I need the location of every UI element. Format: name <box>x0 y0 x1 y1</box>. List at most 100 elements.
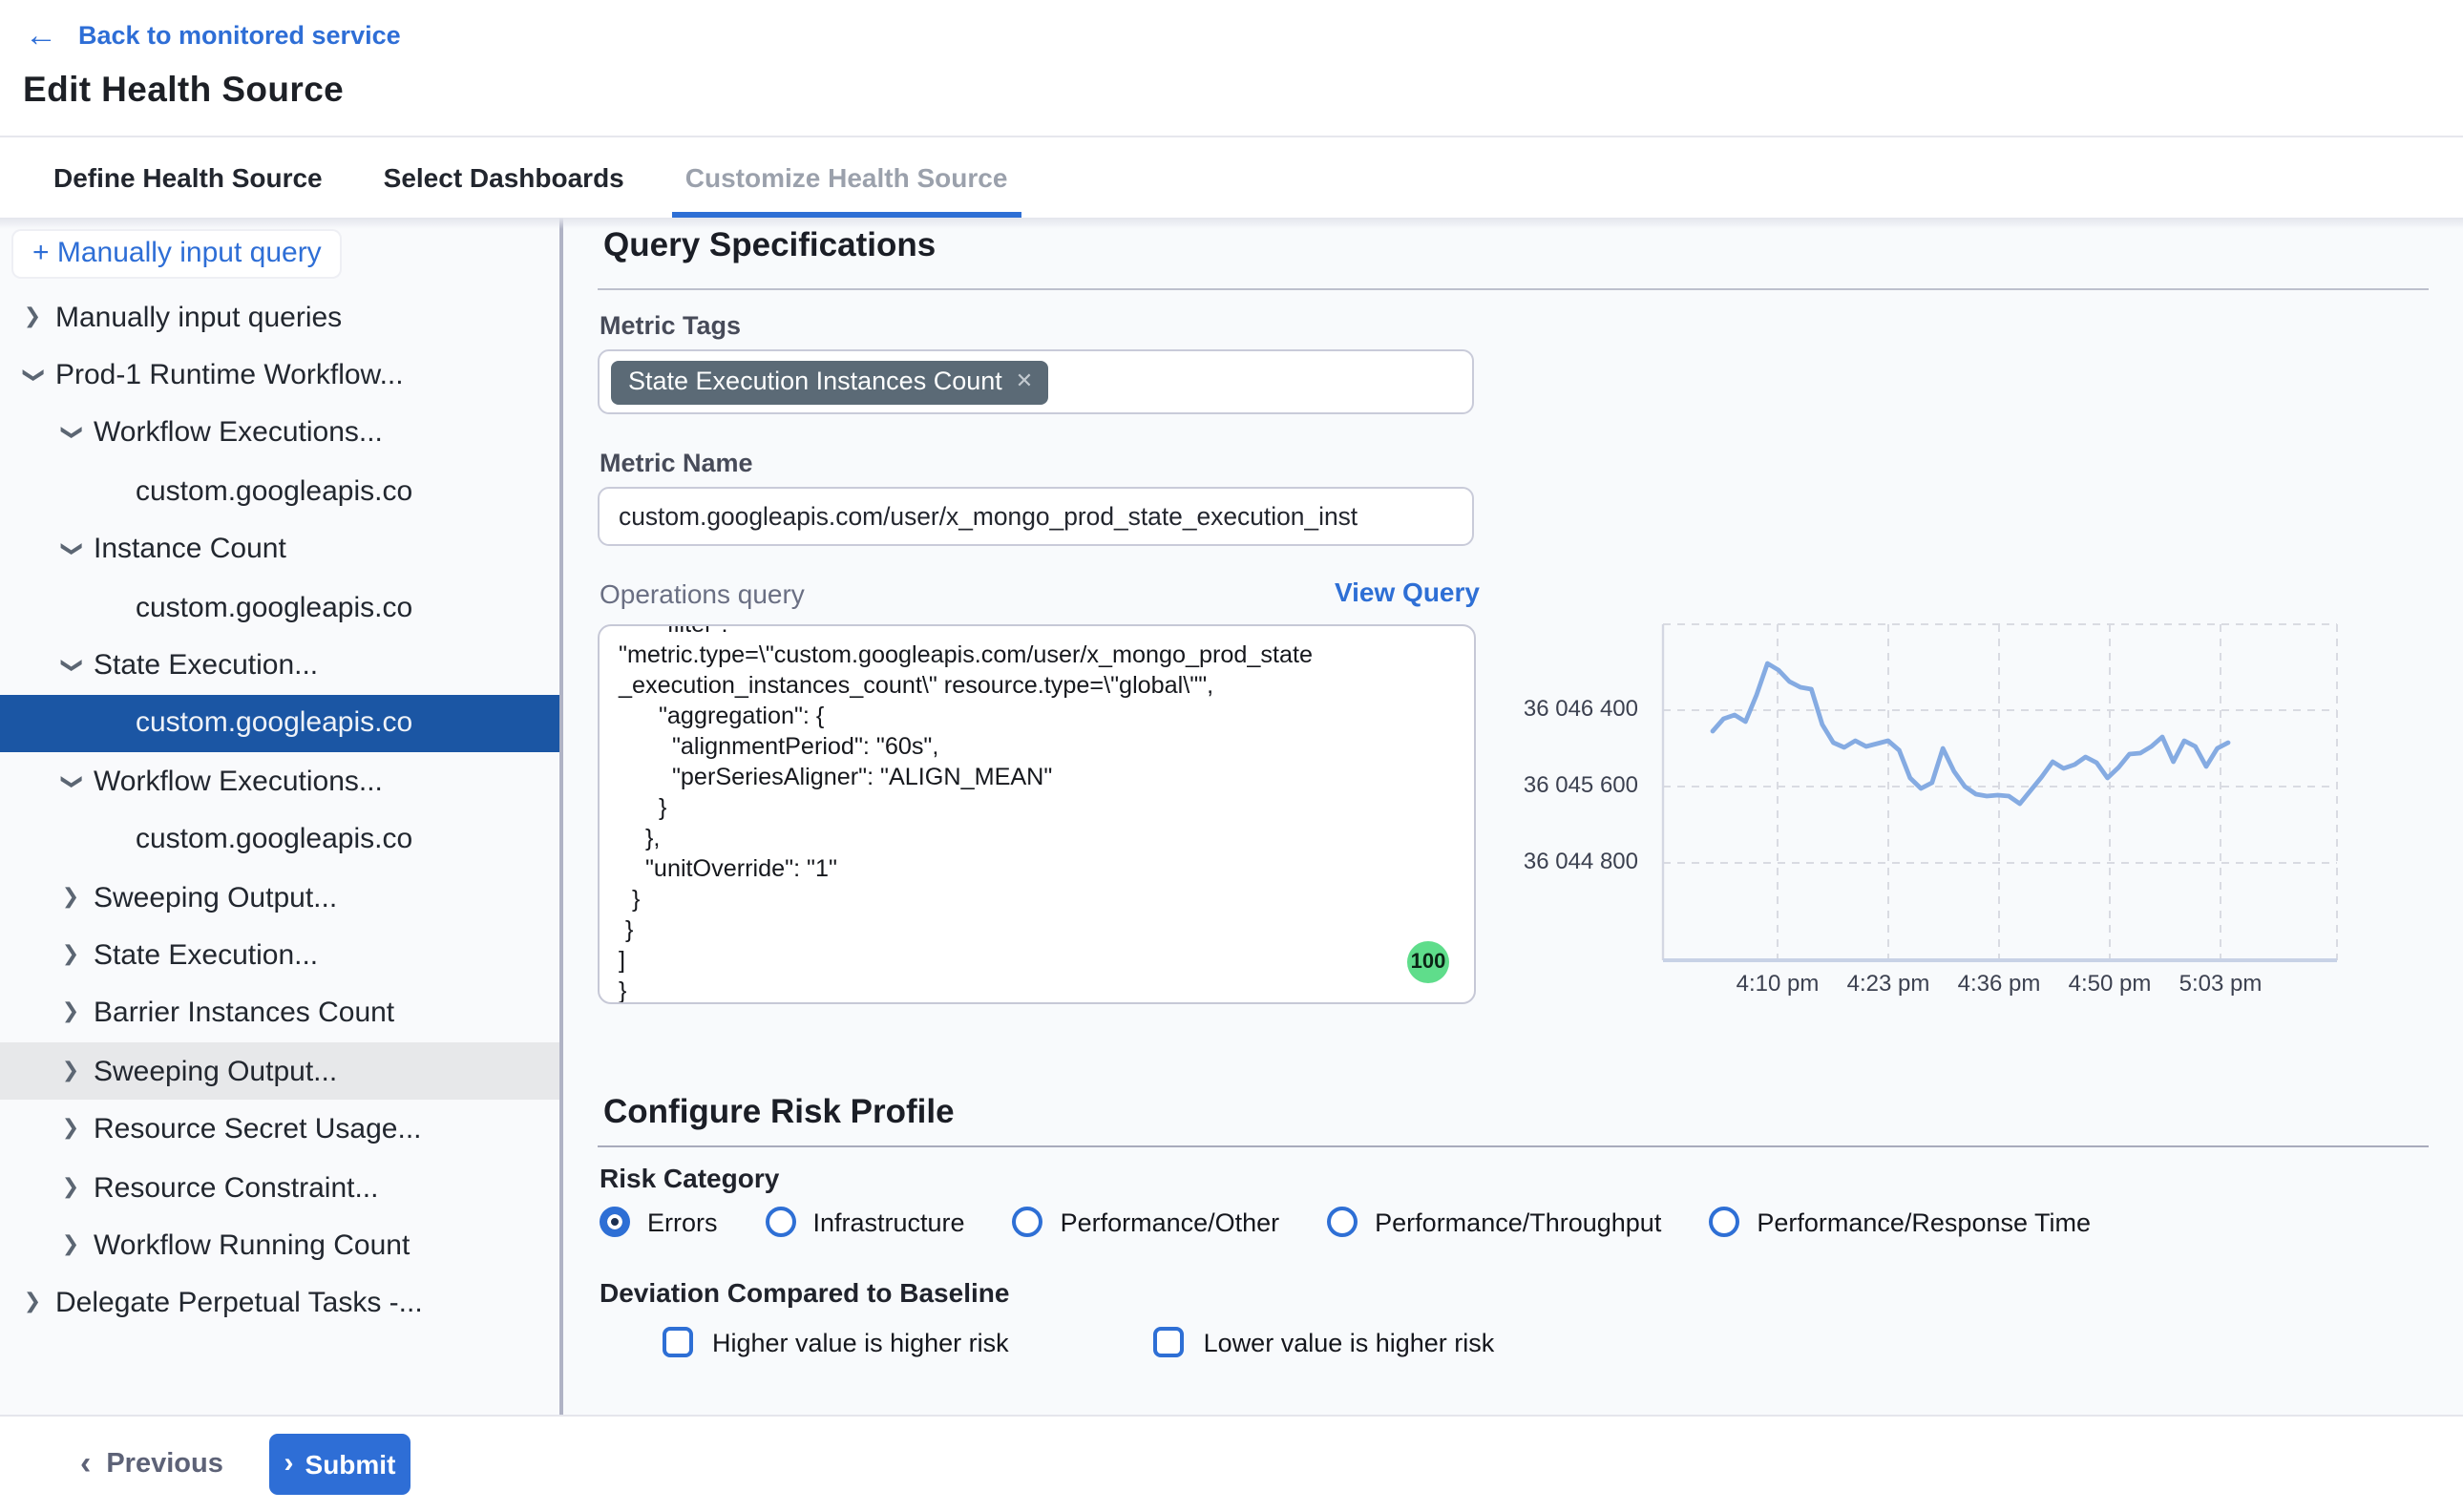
tree-item[interactable]: custom.googleapis.co <box>0 810 559 869</box>
query-code: "metric.type=\"custom.googleapis.com/use… <box>619 640 1459 1004</box>
radio-errors[interactable] <box>600 1207 630 1237</box>
tree-item-label: Instance Count <box>94 534 286 566</box>
risk-category-option[interactable]: Performance/Response Time <box>1709 1207 2091 1237</box>
risk-category-label: Risk Category <box>600 1163 779 1193</box>
tree-item[interactable]: ❯Manually input queries <box>0 288 559 346</box>
tree-item-label: custom.googleapis.co <box>136 591 412 623</box>
tree-item[interactable]: custom.googleapis.co <box>0 694 559 752</box>
chevron-left-icon: ‹ <box>80 1447 91 1480</box>
chevron-down-icon[interactable]: ❯ <box>60 420 81 447</box>
remove-tag-icon[interactable]: ✕ <box>1016 368 1033 393</box>
radio-performance-other[interactable] <box>1013 1207 1043 1237</box>
page-title: Edit Health Source <box>23 69 344 111</box>
tree-item[interactable]: ❯ Instance Count <box>0 520 559 578</box>
chevron-down-icon[interactable]: ❯ <box>60 768 81 795</box>
add-manual-query-button[interactable]: + Manually input query <box>13 231 341 277</box>
chevron-down-icon[interactable]: ❯ <box>22 362 43 388</box>
chevron-right-icon[interactable]: ❯ <box>57 945 84 966</box>
operations-query-textarea[interactable]: "filter": "metric.type=\"custom.googleap… <box>598 624 1476 1004</box>
y-axis-tick: 36 045 600 <box>1470 771 1638 798</box>
risk-category-option[interactable]: Performance/Throughput <box>1327 1207 1661 1237</box>
radio-label: Errors <box>647 1208 718 1236</box>
radio-label: Performance/Throughput <box>1375 1208 1661 1236</box>
section-divider <box>598 288 2429 290</box>
tree-item[interactable]: ❯Prod-1 Runtime Workflow... <box>0 346 559 405</box>
previous-button[interactable]: ‹ Previous <box>80 1434 223 1495</box>
x-axis-tick: 4:50 pm <box>2049 970 2171 997</box>
query-specifications-title: Query Specifications <box>603 225 936 265</box>
deviation-label: Deviation Compared to Baseline <box>600 1277 1009 1308</box>
radio-performance-response-time[interactable] <box>1709 1207 1739 1237</box>
chevron-right-icon: › <box>284 1449 294 1478</box>
y-axis-tick: 36 044 800 <box>1470 848 1638 874</box>
tree-item-label: custom.googleapis.co <box>136 707 412 740</box>
tab-define-health-source[interactable]: Define Health Source <box>46 137 330 218</box>
chevron-right-icon[interactable]: ❯ <box>57 1119 84 1140</box>
tree-item[interactable]: ❯ Delegate Perpetual Tasks -... <box>0 1274 559 1333</box>
x-axis-tick: 4:23 pm <box>1827 970 1949 997</box>
risk-category-option[interactable]: Infrastructure <box>766 1207 965 1237</box>
checkbox-lower-value-is-higher-risk[interactable] <box>1154 1327 1185 1357</box>
record-count-badge: 100 <box>1407 941 1449 983</box>
tree-item[interactable]: ❯Resource Constraint... <box>0 1159 559 1217</box>
tree-item-label: Resource Secret Usage... <box>94 1113 422 1145</box>
back-link[interactable]: ← Back to monitored service <box>25 19 401 52</box>
chevron-down-icon[interactable]: ❯ <box>60 536 81 563</box>
view-query-link[interactable]: View Query <box>1327 577 1480 607</box>
metric-tags-label: Metric Tags <box>600 311 741 340</box>
radio-performance-throughput[interactable] <box>1327 1207 1358 1237</box>
tree-item[interactable]: ❯ Workflow Executions... <box>0 405 559 463</box>
configure-risk-profile-title: Configure Risk Profile <box>603 1092 955 1132</box>
tab-customize-health-source[interactable]: Customize Health Source <box>678 137 1016 218</box>
tab-bar: Define Health Source Select Dashboards Cus… <box>0 136 2463 218</box>
checkbox-higher-value-is-higher-risk[interactable] <box>663 1327 693 1357</box>
chevron-right-icon[interactable]: ❯ <box>57 1061 84 1082</box>
tree-item[interactable]: ❯ Workflow Running Count <box>0 1217 559 1275</box>
chevron-right-icon[interactable]: ❯ <box>57 1177 84 1198</box>
chevron-right-icon[interactable]: ❯ <box>19 306 46 327</box>
tree-item[interactable]: ❯Sweeping Output... <box>0 869 559 927</box>
metric-tags-input[interactable]: State Execution Instances Count ✕ <box>598 349 1474 414</box>
chevron-right-icon[interactable]: ❯ <box>57 1235 84 1256</box>
back-link-label: Back to monitored service <box>78 21 401 50</box>
tree-item[interactable]: ❯ State Execution... <box>0 637 559 695</box>
tree-item-label: Barrier Instances Count <box>94 998 394 1030</box>
tree-item[interactable]: ❯Sweeping Output... <box>0 1042 559 1101</box>
query-clipped-line: "filter": <box>619 624 1459 640</box>
metric-name-input[interactable]: custom.googleapis.com/user/x_mongo_prod_… <box>598 487 1474 546</box>
risk-category-option[interactable]: Performance/Other <box>1013 1207 1280 1237</box>
metric-name-label: Metric Name <box>600 449 753 477</box>
metric-tag-chip[interactable]: State Execution Instances Count ✕ <box>611 360 1048 404</box>
tree-item[interactable]: custom.googleapis.co <box>0 462 559 520</box>
x-axis-tick: 5:03 pm <box>2159 970 2282 997</box>
tree-item[interactable]: ❯ State Execution... <box>0 927 559 985</box>
x-axis-tick: 4:36 pm <box>1938 970 2060 997</box>
edit-health-source-page: ← Back to monitored service Edit Health … <box>0 0 2463 1512</box>
deviation-option[interactable]: Higher value is higher risk <box>663 1327 1009 1357</box>
deviation-option[interactable]: Lower value is higher risk <box>1154 1327 1495 1357</box>
x-axis-tick: 4:10 pm <box>1716 970 1839 997</box>
chevron-down-icon[interactable]: ❯ <box>60 652 81 679</box>
submit-button[interactable]: › Submit <box>269 1434 410 1495</box>
radio-label: Performance/Response Time <box>1757 1208 2091 1236</box>
tree-item[interactable]: ❯Workflow Executions... <box>0 752 559 810</box>
chevron-right-icon[interactable]: ❯ <box>57 887 84 908</box>
chevron-right-icon[interactable]: ❯ <box>57 1003 84 1024</box>
tree-item[interactable]: ❯ Resource Secret Usage... <box>0 1101 559 1159</box>
tree-item-label: State Execution... <box>94 649 318 682</box>
tree-item-label: Workflow Running Count <box>94 1229 410 1262</box>
tree-item[interactable]: ❯ Barrier Instances Count <box>0 984 559 1042</box>
tree-item-label: Workflow Executions... <box>94 417 383 450</box>
tree-item-label: Delegate Perpetual Tasks -... <box>55 1288 423 1320</box>
tree-item[interactable]: custom.googleapis.co <box>0 578 559 637</box>
tree-item-label: State Execution... <box>94 939 318 972</box>
query-tree: ❯Manually input queries❯Prod-1 Runtime W… <box>0 288 559 1333</box>
y-axis-tick: 36 046 400 <box>1470 695 1638 722</box>
radio-label: Infrastructure <box>813 1208 965 1236</box>
risk-category-options: Errors Infrastructure Performance/Other Per… <box>600 1207 2091 1237</box>
tree-item-label: custom.googleapis.co <box>136 475 412 508</box>
risk-category-option[interactable]: Errors <box>600 1207 718 1237</box>
chevron-right-icon[interactable]: ❯ <box>19 1293 46 1314</box>
radio-infrastructure[interactable] <box>766 1207 796 1237</box>
tab-select-dashboards[interactable]: Select Dashboards <box>376 137 632 218</box>
